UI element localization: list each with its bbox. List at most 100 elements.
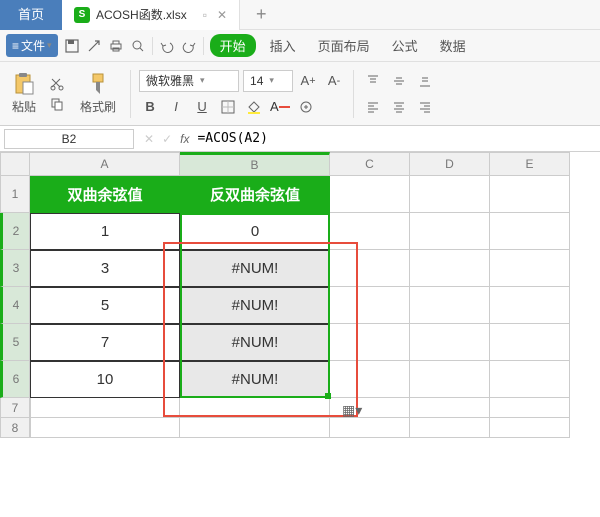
share-icon[interactable] — [86, 38, 102, 54]
print-icon[interactable] — [108, 38, 124, 54]
cell[interactable]: 7 — [30, 324, 180, 361]
cell[interactable] — [490, 361, 570, 398]
cell[interactable]: 双曲余弦值 — [30, 176, 180, 213]
cell[interactable] — [490, 418, 570, 438]
row-header[interactable]: 6 — [0, 361, 30, 398]
cell[interactable] — [490, 176, 570, 213]
row-header[interactable]: 7 — [0, 398, 30, 418]
cell[interactable] — [180, 398, 330, 418]
undo-icon[interactable] — [159, 38, 175, 54]
align-center-button[interactable] — [388, 96, 410, 118]
paste-button[interactable]: 粘贴 — [6, 70, 42, 117]
cell[interactable]: #NUM! — [180, 324, 330, 361]
cell[interactable] — [410, 250, 490, 287]
chevron-down-icon: ▾ — [200, 75, 205, 86]
redo-icon[interactable] — [181, 38, 197, 54]
font-dropdown[interactable]: 微软雅黑▾ — [139, 70, 239, 92]
cell[interactable] — [490, 250, 570, 287]
underline-button[interactable]: U — [191, 96, 213, 118]
tab-data[interactable]: 数据 — [432, 32, 474, 59]
name-box[interactable]: B2 — [4, 129, 134, 149]
italic-button[interactable]: I — [165, 96, 187, 118]
align-right-button[interactable] — [414, 96, 436, 118]
cell[interactable]: #NUM! — [180, 250, 330, 287]
copy-icon[interactable] — [50, 96, 66, 112]
select-all-corner[interactable] — [0, 152, 30, 176]
font-size-dropdown[interactable]: 14▾ — [243, 70, 293, 92]
cell[interactable] — [410, 361, 490, 398]
cell[interactable] — [410, 324, 490, 361]
align-bottom-button[interactable] — [414, 70, 436, 92]
tab-layout[interactable]: 页面布局 — [310, 32, 378, 59]
cell[interactable] — [490, 324, 570, 361]
cell[interactable] — [410, 176, 490, 213]
font-color-button[interactable]: A — [269, 96, 291, 118]
cell[interactable] — [490, 213, 570, 250]
cell[interactable] — [330, 287, 410, 324]
cell[interactable] — [410, 418, 490, 438]
cell[interactable]: 反双曲余弦值 — [180, 176, 330, 213]
cell[interactable] — [330, 324, 410, 361]
bold-button[interactable]: B — [139, 96, 161, 118]
document-tab[interactable]: S ACOSH函数.xlsx ▫ ✕ — [62, 0, 240, 30]
confirm-icon[interactable]: ✓ — [162, 132, 172, 146]
save-icon[interactable] — [64, 38, 80, 54]
tab-start[interactable]: 开始 — [210, 34, 256, 57]
cancel-icon[interactable]: ✕ — [144, 132, 154, 146]
more-font-button[interactable] — [295, 96, 317, 118]
align-left-button[interactable] — [362, 96, 384, 118]
cell[interactable]: #NUM! — [180, 361, 330, 398]
cell[interactable] — [410, 398, 490, 418]
row-header[interactable]: 5 — [0, 324, 30, 361]
col-header[interactable]: E — [490, 152, 570, 176]
align-top-button[interactable] — [362, 70, 384, 92]
cell[interactable] — [330, 250, 410, 287]
cell[interactable] — [30, 398, 180, 418]
tab-insert[interactable]: 插入 — [262, 32, 304, 59]
fill-color-button[interactable] — [243, 96, 265, 118]
close-tab-icon[interactable]: ✕ — [217, 8, 227, 22]
cell[interactable] — [410, 287, 490, 324]
cell[interactable]: 1 — [30, 213, 180, 250]
col-header[interactable]: D — [410, 152, 490, 176]
size-value: 14 — [250, 74, 263, 88]
cell[interactable] — [490, 398, 570, 418]
cell[interactable] — [490, 287, 570, 324]
border-button[interactable] — [217, 96, 239, 118]
decrease-font-button[interactable]: A- — [323, 70, 345, 92]
cell[interactable] — [30, 418, 180, 438]
increase-font-button[interactable]: A+ — [297, 70, 319, 92]
format-painter-button[interactable]: 格式刷 — [74, 70, 122, 117]
align-middle-button[interactable] — [388, 70, 410, 92]
row-header[interactable]: 3 — [0, 250, 30, 287]
row-header[interactable]: 1 — [0, 176, 30, 213]
cell[interactable] — [330, 418, 410, 438]
new-tab-button[interactable]: + — [240, 0, 283, 30]
file-menu-button[interactable]: ≡ 文件 ▾ — [6, 34, 58, 57]
brush-icon — [87, 72, 109, 96]
cell[interactable] — [180, 418, 330, 438]
cell[interactable]: 0 — [180, 213, 330, 250]
cell[interactable]: 3 — [30, 250, 180, 287]
preview-icon[interactable] — [130, 38, 146, 54]
col-header[interactable]: C — [330, 152, 410, 176]
formula-input[interactable] — [197, 131, 594, 146]
home-tab[interactable]: 首页 — [0, 0, 62, 30]
row-header[interactable]: 2 — [0, 213, 30, 250]
cell[interactable] — [330, 361, 410, 398]
row-header[interactable]: 8 — [0, 418, 30, 438]
row-header[interactable]: 4 — [0, 287, 30, 324]
col-header[interactable]: B — [180, 152, 330, 176]
cell[interactable]: 10 — [30, 361, 180, 398]
cell[interactable] — [330, 213, 410, 250]
cut-icon[interactable] — [50, 76, 66, 92]
cell[interactable] — [410, 213, 490, 250]
tab-menu-icon[interactable]: ▫ — [203, 8, 207, 22]
tab-formula[interactable]: 公式 — [384, 32, 426, 59]
cell[interactable] — [330, 176, 410, 213]
cell[interactable]: #NUM! — [180, 287, 330, 324]
autofill-options-icon[interactable]: ▦▾ — [342, 402, 362, 419]
col-header[interactable]: A — [30, 152, 180, 176]
fx-icon[interactable]: fx — [180, 132, 189, 146]
cell[interactable]: 5 — [30, 287, 180, 324]
